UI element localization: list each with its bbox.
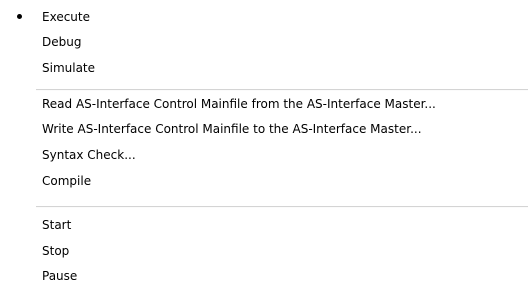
menu-item-label: Start bbox=[42, 218, 72, 232]
menu-item-start[interactable]: Start bbox=[0, 213, 528, 237]
menu-item-read-mainfile[interactable]: Read AS-Interface Control Mainfile from … bbox=[0, 92, 528, 116]
menu-item-execute[interactable]: Execute bbox=[0, 5, 528, 29]
menu-item-label: Execute bbox=[42, 10, 90, 24]
radio-bullet-icon bbox=[17, 14, 22, 19]
context-menu: Execute Debug Simulate Read AS-Interface… bbox=[0, 0, 528, 289]
menu-item-label: Syntax Check... bbox=[42, 148, 136, 162]
menu-item-compile[interactable]: Compile bbox=[0, 169, 528, 193]
menu-item-syntax-check[interactable]: Syntax Check... bbox=[0, 143, 528, 167]
menu-item-label: Stop bbox=[42, 244, 70, 258]
menu-separator bbox=[36, 89, 528, 91]
menu-item-pause[interactable]: Pause bbox=[0, 264, 528, 288]
menu-item-label: Read AS-Interface Control Mainfile from … bbox=[42, 97, 436, 111]
menu-item-simulate[interactable]: Simulate bbox=[0, 56, 528, 80]
menu-item-label: Compile bbox=[42, 174, 92, 188]
menu-item-stop[interactable]: Stop bbox=[0, 239, 528, 263]
menu-separator bbox=[36, 206, 528, 208]
menu-item-label: Simulate bbox=[42, 61, 96, 75]
menu-item-write-mainfile[interactable]: Write AS-Interface Control Mainfile to t… bbox=[0, 117, 528, 141]
menu-item-label: Pause bbox=[42, 269, 78, 283]
menu-item-debug[interactable]: Debug bbox=[0, 30, 528, 54]
menu-item-label: Debug bbox=[42, 35, 82, 49]
menu-item-label: Write AS-Interface Control Mainfile to t… bbox=[42, 122, 422, 136]
